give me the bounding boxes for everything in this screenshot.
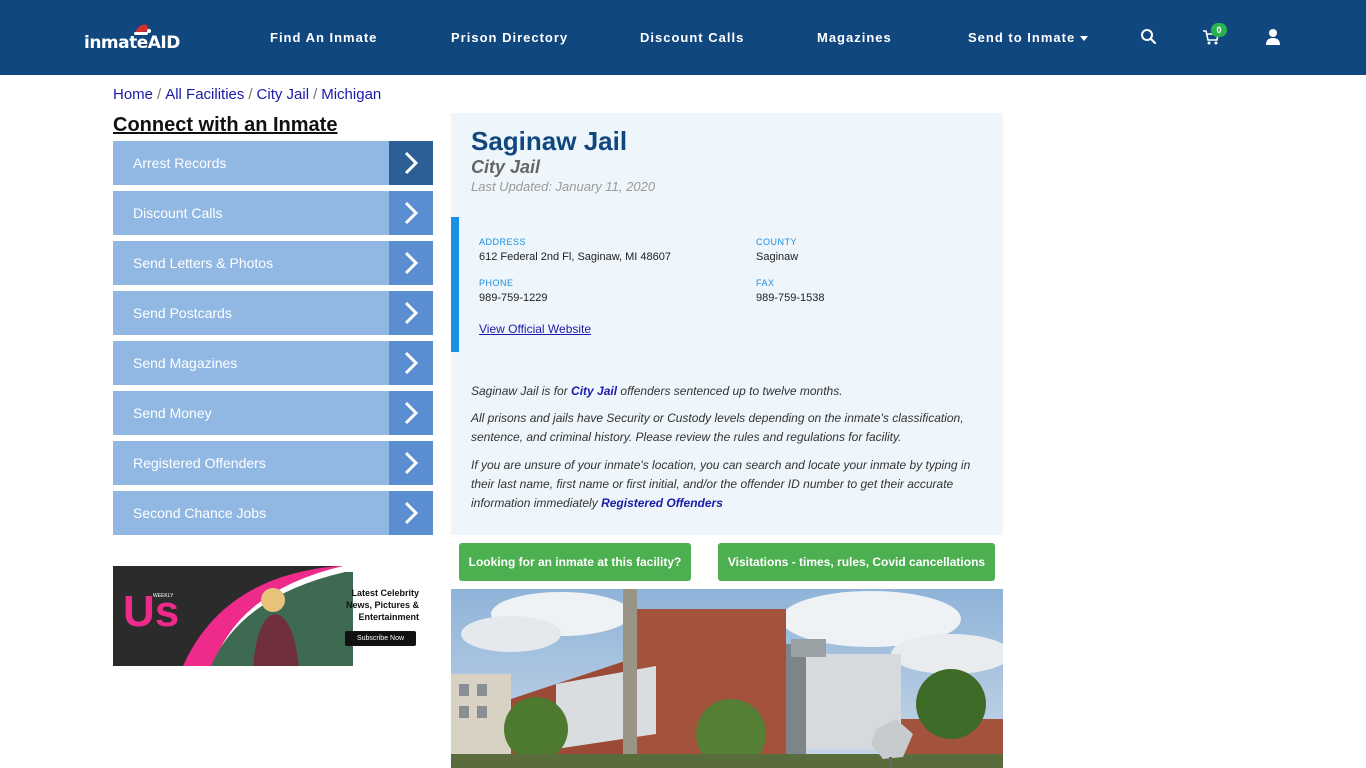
cart-count-badge: 0 bbox=[1211, 23, 1227, 37]
breadcrumb-home[interactable]: Home bbox=[113, 86, 153, 103]
nav-send-to-inmate-label: Send to Inmate bbox=[968, 30, 1076, 45]
sidebar-item-discount-calls[interactable]: Discount Calls bbox=[113, 191, 433, 235]
phone-value: 989-759-1229 bbox=[479, 292, 548, 304]
description-paragraph-3: If you are unsure of your inmate's locat… bbox=[471, 456, 981, 513]
chevron-right-icon bbox=[389, 341, 433, 385]
chevron-right-icon bbox=[389, 491, 433, 535]
last-updated: Last Updated: January 11, 2020 bbox=[471, 179, 656, 194]
breadcrumb-separator: / bbox=[157, 86, 162, 103]
nav-find-an-inmate[interactable]: Find An Inmate bbox=[270, 0, 377, 75]
sidebar-item-send-magazines[interactable]: Send Magazines bbox=[113, 341, 433, 385]
logo-text: inmateAID bbox=[84, 33, 180, 53]
page-title: Saginaw Jail bbox=[471, 126, 628, 156]
sidebar-item-label: Send Magazines bbox=[133, 355, 238, 371]
sidebar-item-label: Arrest Records bbox=[133, 155, 227, 171]
description-paragraph-2: All prisons and jails have Security or C… bbox=[471, 411, 964, 444]
ad-subscribe-button[interactable]: Subscribe Now bbox=[345, 631, 416, 646]
facility-photo bbox=[451, 589, 1003, 768]
chevron-right-icon bbox=[389, 191, 433, 235]
nav-discount-calls[interactable]: Discount Calls bbox=[640, 0, 744, 75]
facility-building-image bbox=[451, 589, 1003, 768]
us-weekly-ad-banner[interactable]: Us WEEKLY Latest Celebrity News, Picture… bbox=[113, 566, 433, 666]
caret-down-icon bbox=[1080, 36, 1089, 42]
chevron-right-icon bbox=[389, 141, 433, 185]
sidebar-item-send-postcards[interactable]: Send Postcards bbox=[113, 291, 433, 335]
breadcrumb-all-facilities[interactable]: All Facilities bbox=[165, 86, 244, 103]
fax-value: 989-759-1538 bbox=[756, 292, 825, 304]
user-icon[interactable] bbox=[1264, 28, 1282, 46]
sidebar-item-second-chance-jobs[interactable]: Second Chance Jobs bbox=[113, 491, 433, 535]
sidebar-item-label: Discount Calls bbox=[133, 205, 223, 221]
description-paragraph-1: Saginaw Jail is for City Jail offenders … bbox=[471, 382, 981, 401]
sidebar-item-send-letters-photos[interactable]: Send Letters & Photos bbox=[113, 241, 433, 285]
chevron-right-icon bbox=[389, 441, 433, 485]
chevron-right-icon bbox=[389, 241, 433, 285]
inmateaid-logo[interactable]: inmateAID bbox=[84, 22, 184, 58]
breadcrumb-michigan[interactable]: Michigan bbox=[321, 86, 381, 103]
desc-1-prefix: Saginaw Jail is for bbox=[471, 384, 572, 398]
sidebar-item-label: Second Chance Jobs bbox=[133, 505, 267, 521]
county-value: Saginaw bbox=[756, 251, 799, 263]
nav-magazines[interactable]: Magazines bbox=[817, 0, 892, 75]
chevron-right-icon bbox=[389, 291, 433, 335]
ad-brand-small: WEEKLY bbox=[153, 593, 174, 599]
chevron-right-icon bbox=[389, 391, 433, 435]
phone-label: PHONE bbox=[479, 278, 514, 288]
sidebar-item-arrest-records[interactable]: Arrest Records bbox=[113, 141, 433, 185]
breadcrumb-city-jail[interactable]: City Jail bbox=[257, 86, 310, 103]
facility-type: City Jail bbox=[471, 157, 541, 177]
top-navbar: inmateAID Find An Inmate Prison Director… bbox=[0, 0, 1366, 75]
sidebar-item-label: Registered Offenders bbox=[133, 455, 266, 471]
breadcrumb: Home / All Facilities / City Jail / Michigan bbox=[113, 85, 381, 105]
desc-1-suffix: offenders sentenced up to twelve months. bbox=[617, 384, 843, 398]
sidebar-item-label: Send Letters & Photos bbox=[133, 255, 274, 271]
county-label: COUNTY bbox=[756, 237, 797, 247]
sidebar-item-label: Send Money bbox=[133, 405, 212, 421]
visitations-button[interactable]: Visitations - times, rules, Covid cancel… bbox=[718, 543, 995, 581]
address-value: 612 Federal 2nd Fl, Saginaw, MI 48607 bbox=[479, 251, 672, 263]
breadcrumb-separator: / bbox=[248, 86, 253, 103]
official-website-link[interactable]: View Official Website bbox=[479, 322, 591, 337]
find-inmate-at-facility-button[interactable]: Looking for an inmate at this facility? bbox=[459, 543, 691, 581]
facility-info-block: ADDRESS 612 Federal 2nd Fl, Saginaw, MI … bbox=[451, 217, 1003, 352]
fax-label: FAX bbox=[756, 278, 775, 288]
sidebar-item-label: Send Postcards bbox=[133, 305, 232, 321]
info-accent-bar bbox=[451, 217, 459, 352]
sidebar-item-registered-offenders[interactable]: Registered Offenders bbox=[113, 441, 433, 485]
nav-send-to-inmate[interactable]: Send to Inmate bbox=[968, 0, 1089, 75]
sidebar-item-send-money[interactable]: Send Money bbox=[113, 391, 433, 435]
ad-line-3: Entertainment bbox=[358, 612, 419, 622]
nav-prison-directory[interactable]: Prison Directory bbox=[451, 0, 568, 75]
breadcrumb-separator: / bbox=[313, 86, 318, 103]
address-label: ADDRESS bbox=[479, 237, 527, 247]
connect-with-inmate-heading: Connect with an Inmate bbox=[113, 114, 338, 136]
registered-offenders-link[interactable]: Registered Offenders bbox=[601, 496, 723, 510]
city-jail-link[interactable]: City Jail bbox=[571, 384, 617, 398]
search-icon[interactable] bbox=[1140, 28, 1158, 46]
ad-line-2: News, Pictures & bbox=[345, 600, 419, 610]
ad-line-1: Latest Celebrity bbox=[351, 588, 419, 598]
